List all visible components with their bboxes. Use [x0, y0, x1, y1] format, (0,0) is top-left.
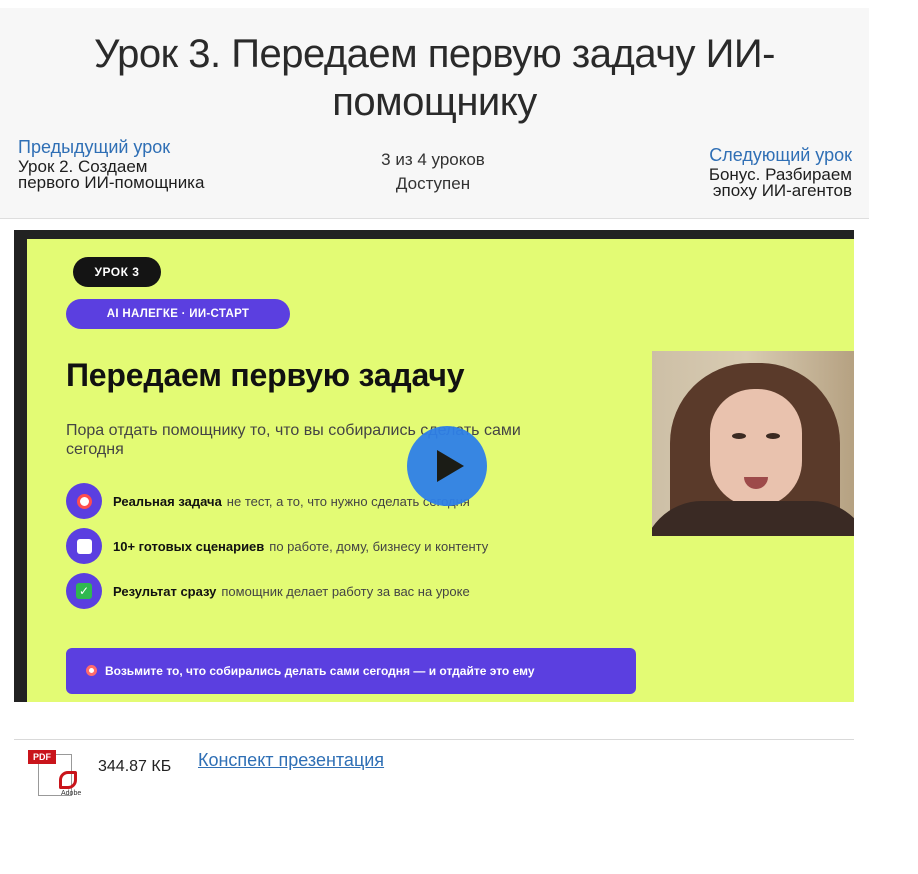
speaker-video [652, 351, 854, 536]
lesson-progress: 3 из 4 уроков Доступен [333, 148, 533, 196]
target-icon [86, 665, 97, 676]
slide-title: Передаем первую задачу [66, 357, 465, 393]
prev-lesson-link[interactable]: Предыдущий урок [18, 136, 208, 158]
lesson-header: Урок 3. Передаем первую задачу ИИ-помощн… [0, 8, 869, 219]
clipboard-icon [66, 528, 102, 564]
prev-lesson-nav: Предыдущий урок Урок 2. Создаем первого … [18, 136, 208, 191]
feature-result: ✓ Результат сразу помощник делает работу… [66, 573, 470, 609]
cta-text: Возьмите то, что собирались делать сами … [105, 664, 535, 678]
feature-text: помощник делает работу за вас на уроке [221, 583, 470, 599]
feature-title: Реальная задача [113, 493, 222, 509]
lesson-status: Доступен [395, 174, 471, 193]
video-player[interactable]: УРОК 3 AI НАЛЕГКЕ · ИИ-СТАРТ Передаем пе… [14, 230, 854, 702]
next-lesson-link[interactable]: Следующий урок [662, 144, 852, 166]
checkmark-icon: ✓ [66, 573, 102, 609]
pdf-icon: Adobe PDF [28, 750, 81, 797]
lesson-progress-count: 3 из 4 уроков [381, 150, 485, 169]
next-lesson-title: Бонус. Разбираем эпоху ИИ-агентов [708, 165, 852, 200]
slide-subtitle: Пора отдать помощнику то, что вы собирал… [66, 422, 521, 458]
feature-scenarios: 10+ готовых сценариев по работе, дому, б… [66, 528, 488, 564]
feature-real-task: Реальная задача не тест, а то, что нужно… [66, 483, 470, 519]
target-icon [66, 483, 102, 519]
play-button[interactable] [407, 426, 487, 506]
cta-banner: Возьмите то, что собирались делать сами … [66, 648, 636, 694]
divider [14, 739, 854, 740]
next-lesson-nav: Следующий урок Бонус. Разбираем эпоху ИИ… [662, 144, 852, 199]
feature-text: по работе, дому, бизнесу и контенту [269, 538, 489, 554]
feature-title: Результат сразу [113, 583, 217, 599]
page-title: Урок 3. Передаем первую задачу ИИ-помощн… [94, 32, 775, 124]
prev-lesson-title: Урок 2. Создаем первого ИИ-помощника [18, 157, 205, 192]
file-size: 344.87 КБ [98, 758, 172, 775]
play-icon [437, 450, 464, 482]
course-badge: AI НАЛЕГКЕ · ИИ-СТАРТ [66, 299, 290, 329]
feature-title: 10+ готовых сценариев [113, 538, 265, 554]
lesson-badge: УРОК 3 [73, 257, 161, 287]
attachment-link[interactable]: Конспект презентация [198, 750, 384, 771]
